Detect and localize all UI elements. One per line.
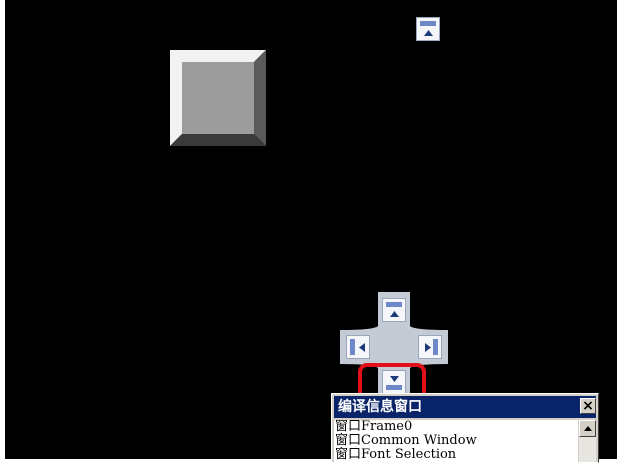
dock-left-target[interactable]: [346, 335, 370, 359]
list-item[interactable]: 窗口Common Window: [334, 434, 578, 448]
scroll-up-icon: [584, 426, 592, 431]
dock-left-icon: [359, 343, 365, 352]
dock-center-top-target[interactable]: [382, 298, 406, 322]
dock-up-icon: [390, 311, 399, 317]
dock-band: [386, 302, 402, 307]
window-title[interactable]: 编译信息窗口: [334, 396, 596, 418]
dock-up-icon: [424, 30, 433, 36]
info-list: 窗口Frame0 窗口Common Window 窗口Font Selectio…: [334, 420, 578, 462]
dock-band: [350, 339, 355, 355]
bevel-button-widget[interactable]: [170, 50, 266, 146]
dock-band: [433, 339, 438, 355]
dock-band: [420, 21, 436, 26]
dock-top-target[interactable]: [416, 17, 440, 41]
dock-right-icon: [425, 343, 431, 352]
close-button[interactable]: ×: [580, 398, 596, 414]
list-item[interactable]: 窗口Frame0: [334, 420, 578, 434]
vertical-scrollbar[interactable]: [579, 420, 596, 462]
design-canvas[interactable]: [5, 0, 617, 459]
compile-info-window[interactable]: 编译信息窗口 × 窗口Frame0 窗口Common Window 窗口Font…: [331, 393, 599, 463]
list-item[interactable]: 窗口Font Selection: [334, 448, 578, 462]
scroll-up-button[interactable]: [579, 420, 596, 437]
dock-right-target[interactable]: [418, 335, 442, 359]
